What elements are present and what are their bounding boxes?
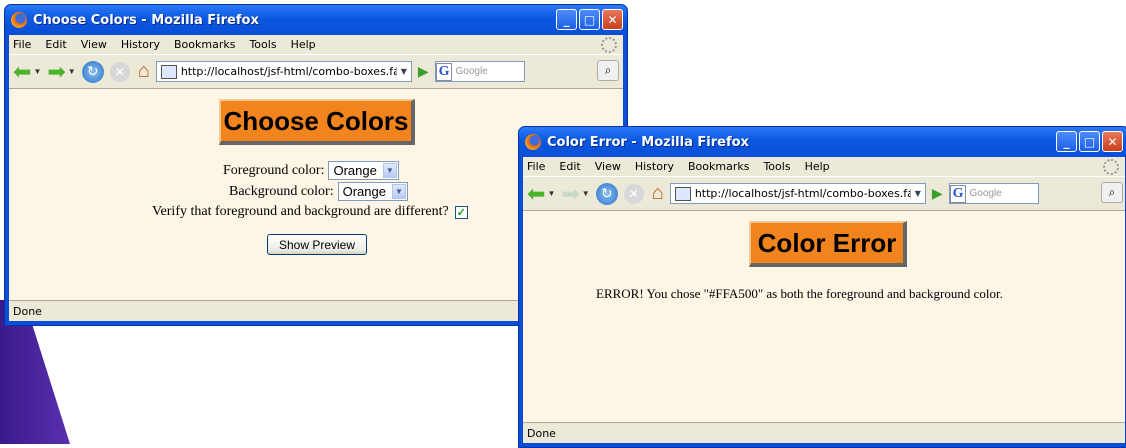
forward-icon[interactable]: ➡ — [561, 182, 579, 205]
foreground-row: Foreground color: Orange ▼ — [223, 161, 399, 180]
page-heading: Choose Colors — [219, 99, 415, 145]
home-icon[interactable]: ⌂ — [652, 182, 664, 205]
menu-history[interactable]: History — [121, 38, 160, 51]
forward-dropdown-icon[interactable]: ▼ — [68, 67, 76, 76]
throbber-icon — [601, 37, 617, 53]
foreground-select[interactable]: Orange ▼ — [328, 161, 399, 180]
menu-bar: File Edit View History Bookmarks Tools H… — [523, 157, 1125, 176]
back-dropdown-icon[interactable]: ▼ — [33, 67, 41, 76]
url-dropdown-icon[interactable]: ▼ — [395, 67, 411, 76]
back-icon[interactable]: ⬅ — [527, 182, 545, 205]
title-bar[interactable]: Choose Colors - Mozilla Firefox _ □ ✕ — [5, 5, 627, 35]
reload-icon[interactable]: ↻ — [595, 182, 618, 205]
throbber-icon — [1103, 159, 1119, 175]
menu-tools[interactable]: Tools — [763, 160, 790, 173]
verify-label: Verify that foreground and background ar… — [152, 204, 449, 219]
minimize-icon[interactable]: _ — [556, 9, 577, 30]
page-heading: Color Error — [749, 221, 907, 267]
status-bar: Done — [523, 422, 1125, 443]
chevron-down-icon[interactable]: ▼ — [382, 163, 397, 178]
menu-file[interactable]: File — [13, 38, 31, 51]
menu-tools[interactable]: Tools — [249, 38, 276, 51]
url-bar[interactable]: http://localhost/jsf-html/combo-boxes.fa… — [669, 183, 926, 204]
minimize-icon[interactable]: _ — [1056, 131, 1077, 152]
go-icon[interactable]: ▶ — [932, 185, 943, 202]
close-icon[interactable]: ✕ — [1102, 131, 1123, 152]
page-icon — [160, 64, 177, 79]
menu-edit[interactable]: Edit — [45, 38, 66, 51]
menu-bookmarks[interactable]: Bookmarks — [688, 160, 749, 173]
menu-help[interactable]: Help — [805, 160, 830, 173]
error-message: ERROR! You chose "#FFA500" as both the f… — [596, 286, 1003, 301]
firefox-icon — [11, 12, 27, 28]
close-icon[interactable]: ✕ — [602, 9, 623, 30]
search-box[interactable]: G Google — [948, 183, 1039, 204]
back-icon[interactable]: ⬅ — [13, 60, 31, 83]
foreground-label: Foreground color: — [223, 162, 325, 178]
search-placeholder: Google — [969, 188, 1002, 199]
background-value: Orange — [342, 184, 386, 199]
window-title: Color Error - Mozilla Firefox — [547, 134, 749, 150]
background-row: Background color: Orange ▼ — [229, 182, 408, 201]
menu-bookmarks[interactable]: Bookmarks — [174, 38, 235, 51]
menu-view[interactable]: View — [81, 38, 107, 51]
page-icon — [674, 186, 691, 201]
background-label: Background color: — [229, 183, 334, 199]
menu-bar: File Edit View History Bookmarks Tools H… — [9, 35, 623, 54]
show-preview-button[interactable]: Show Preview — [267, 234, 367, 255]
url-text[interactable]: http://localhost/jsf-html/combo-boxes.fa… — [181, 65, 396, 78]
navigation-toolbar: ⬅ ▼ ➡ ▼ ↻ ✕ ⌂ http://localhost/jsf-html/… — [9, 54, 623, 89]
reload-icon[interactable]: ↻ — [81, 60, 104, 83]
search-placeholder: Google — [455, 66, 488, 77]
title-bar[interactable]: Color Error - Mozilla Firefox _ □ ✕ — [519, 127, 1126, 157]
search-box[interactable]: G Google — [434, 61, 525, 82]
home-icon[interactable]: ⌂ — [138, 60, 150, 83]
background-select[interactable]: Orange ▼ — [337, 182, 408, 201]
url-dropdown-icon[interactable]: ▼ — [909, 189, 925, 198]
search-icon[interactable]: ⌕ — [597, 60, 619, 81]
chevron-down-icon[interactable]: ▼ — [391, 184, 406, 199]
window-title: Choose Colors - Mozilla Firefox — [33, 12, 259, 28]
forward-dropdown-icon[interactable]: ▼ — [582, 189, 590, 198]
status-text: Done — [527, 426, 556, 440]
status-text: Done — [13, 304, 42, 318]
url-text[interactable]: http://localhost/jsf-html/combo-boxes.fa… — [695, 187, 910, 200]
go-icon[interactable]: ▶ — [418, 63, 429, 80]
firefox-icon — [525, 134, 541, 150]
page-content: Color Error ERROR! You chose "#FFA500" a… — [523, 211, 1125, 423]
maximize-icon[interactable]: □ — [579, 9, 600, 30]
stop-icon[interactable]: ✕ — [109, 61, 130, 82]
menu-history[interactable]: History — [635, 160, 674, 173]
forward-icon[interactable]: ➡ — [47, 60, 65, 83]
search-icon[interactable]: ⌕ — [1101, 182, 1123, 203]
maximize-icon[interactable]: □ — [1079, 131, 1100, 152]
stop-icon[interactable]: ✕ — [623, 183, 644, 204]
back-dropdown-icon[interactable]: ▼ — [547, 189, 555, 198]
menu-edit[interactable]: Edit — [559, 160, 580, 173]
google-icon[interactable]: G — [949, 184, 967, 203]
verify-row: Verify that foreground and background ar… — [152, 204, 468, 220]
menu-help[interactable]: Help — [291, 38, 316, 51]
verify-checkbox[interactable]: ✓ — [454, 205, 468, 219]
menu-file[interactable]: File — [527, 160, 545, 173]
foreground-value: Orange — [333, 163, 377, 178]
google-icon[interactable]: G — [435, 62, 453, 81]
menu-view[interactable]: View — [595, 160, 621, 173]
url-bar[interactable]: http://localhost/jsf-html/combo-boxes.fa… — [155, 61, 412, 82]
color-error-window: Color Error - Mozilla Firefox _ □ ✕ File… — [518, 126, 1126, 448]
navigation-toolbar: ⬅ ▼ ➡ ▼ ↻ ✕ ⌂ http://localhost/jsf-html/… — [523, 176, 1125, 211]
